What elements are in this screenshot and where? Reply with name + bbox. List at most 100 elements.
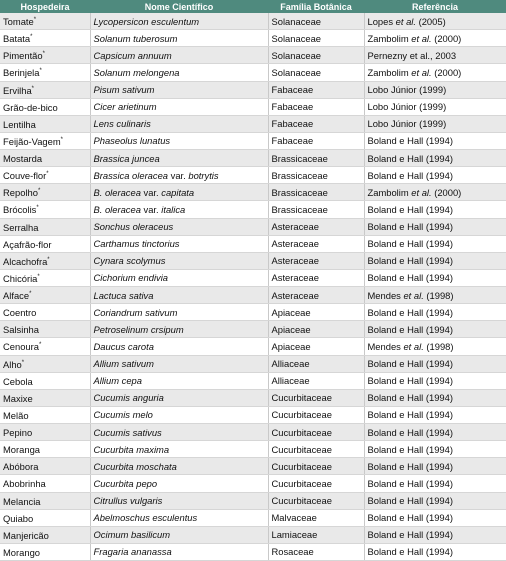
table-row: Repolho* B. oleracea var. capitata Brassic… [0,183,506,202]
cell-familia-botanica: Cucurbitaceae [268,440,365,459]
sci-name-part: Daucus carota [93,340,154,352]
host-name: Quiabo [3,512,34,524]
host-name: Repolho [3,187,38,199]
cell-nome-cientifico: Cichorium endivia [90,269,269,288]
cell-nome-cientifico: Pisum sativum [90,81,269,99]
table-row: Batata* Solanum tuberosum Solanaceae Zambol… [0,29,506,48]
reference-part: Lobo Júnior (1999) [367,118,447,130]
reference-part: Boland e Hall (1994) [367,529,453,541]
cell-referencia: Mendes et al. (1998) [364,337,506,356]
cell-hospedeira: Feijão-Vagem* [0,132,91,151]
cell-referencia: Boland e Hall (1994) [364,372,506,390]
cell-referencia: Boland e Hall (1994) [364,389,506,407]
host-name: Chicória [3,273,38,284]
host-name: Alho [3,358,22,370]
cell-referencia: Boland e Hall (1994) [364,218,506,236]
cell-hospedeira: Moranga [0,440,91,459]
header-row: Hospedeira Nome Científico Família Botân… [0,0,506,13]
table-row: Manjericão Ocimum basilicum Lamiaceae Bolan… [0,526,506,544]
table-row: Serralha Sonchus oleraceus Asteraceae Bolan… [0,218,506,236]
host-name: Batata [3,33,31,45]
cell-nome-cientifico: Cucurbita moschata [90,457,269,476]
cell-nome-cientifico: Brassica juncea [90,149,269,168]
sci-name-part: botrytis [185,169,219,181]
sci-name-part: Cynara scolymus [93,255,166,267]
cell-hospedeira: Alcachofra* [0,252,91,270]
cell-familia-botanica: Fabaceae [268,81,365,99]
host-name: Açafrão-flor [3,238,52,250]
cell-referencia: Boland e Hall (1994) [364,457,506,476]
cell-familia-botanica: Fabaceae [268,132,365,151]
cell-referencia: Boland e Hall (1994) [364,543,506,561]
reference-part: Boland e Hall (1994) [367,426,453,438]
cell-familia-botanica: Malvaceae [268,509,365,527]
host-name: Melão [3,410,29,421]
table-row: Açafrão-flor Carthamus tinctorius Asterace… [0,235,506,253]
cell-referencia: Lobo Júnior (1999) [364,81,506,99]
table-row: Moranga Cucurbita maxima Cucurbitaceae Bola… [0,440,506,459]
table-row: Melão Cucumis melo Cucurbitaceae Boland e H… [0,406,506,425]
table-row: Brócolis* B. oleracea var. italica Brassic… [0,200,506,219]
host-name: Grão-de-bico [3,101,58,113]
reference-part: (1998) [423,340,454,352]
cell-nome-cientifico: Petroselinum crsipum [90,320,269,339]
sci-name-part: Carthamus tinctorius [93,238,180,250]
host-name: Feijão-Vagem [3,136,61,147]
cell-familia-botanica: Apiaceae [268,337,365,356]
cell-familia-botanica: Fabaceae [268,115,365,133]
reference-part: Boland e Hall (1994) [367,546,453,558]
cell-hospedeira: Chicória* [0,269,91,288]
cell-nome-cientifico: Cicer arietinum [90,98,269,116]
cell-nome-cientifico: Lens culinaris [90,115,269,133]
cell-hospedeira: Couve-flor* [0,166,91,185]
table-row: Maxixe Cucumis anguria Cucurbitaceae Boland… [0,389,506,407]
cell-familia-botanica: Solanaceae [268,29,365,48]
cell-referencia: Boland e Hall (1994) [364,526,506,544]
reference-part: Zambolim [367,186,412,198]
cell-referencia: Boland e Hall (1994) [364,166,506,185]
table-row: Salsinha Petroselinum crsipum Apiaceae Bola… [0,320,506,339]
cell-familia-botanica: Asteraceae [268,218,365,236]
cell-referencia: Boland e Hall (1994) [364,320,506,339]
table-row: Coentro Coriandrum sativum Apiaceae Boland … [0,303,506,322]
sci-name-part: Cicer arietinum [93,101,157,113]
host-name: Manjericão [3,529,49,541]
cell-referencia: Boland e Hall (1994) [364,509,506,527]
cell-familia-botanica: Cucurbitaceae [268,474,365,493]
cell-referencia: Boland e Hall (1994) [364,303,506,322]
reference-part: Boland e Hall (1994) [367,203,453,215]
cell-familia-botanica: Alliaceae [268,355,365,373]
reference-part: Boland e Hall (1994) [367,323,453,335]
host-mark: * [39,68,42,75]
sci-name-part: Lactuca sativa [93,289,154,301]
cell-referencia: Boland e Hall (1994) [364,355,506,373]
reference-part: Pernezny et al., 2003 [367,49,457,61]
cell-hospedeira: Manjericão [0,526,91,544]
table-row: Mostarda Brassica juncea Brassicaceae Bolan… [0,149,506,168]
reference-part: Boland e Hall (1994) [367,477,453,489]
cell-familia-botanica: Apiaceae [268,303,365,322]
cell-hospedeira: Abóbora [0,457,91,476]
cell-familia-botanica: Cucurbitaceae [268,457,365,476]
host-name: Couve-flor [3,170,47,182]
cell-hospedeira: Batata* [0,29,91,48]
cell-familia-botanica: Cucurbitaceae [268,406,365,425]
reference-part: Boland e Hall (1994) [367,392,453,404]
cell-nome-cientifico: Allium sativum [90,355,269,373]
cell-familia-botanica: Brassicaceae [268,149,365,168]
reference-part: Boland e Hall (1994) [367,375,453,387]
host-mark: * [42,51,45,58]
cell-hospedeira: Melão [0,406,91,425]
cell-nome-cientifico: Allium cepa [90,372,269,390]
cell-familia-botanica: Asteraceae [268,286,365,305]
host-mark: * [38,342,42,349]
cell-familia-botanica: Brassicaceae [268,166,365,185]
table-row: Berinjela* Solanum melongena Solanaceae Zam… [0,63,506,82]
sci-name-part: var. [170,169,186,181]
cell-familia-botanica: Rosaceae [268,543,365,561]
reference-part: Boland e Hall (1994) [367,409,453,421]
cell-nome-cientifico: Cucumis anguria [90,389,269,407]
host-name: Lentilha [3,118,36,130]
sci-name-part: Capsicum annuum [93,49,172,61]
cell-nome-cientifico: Capsicum annuum [90,46,269,65]
